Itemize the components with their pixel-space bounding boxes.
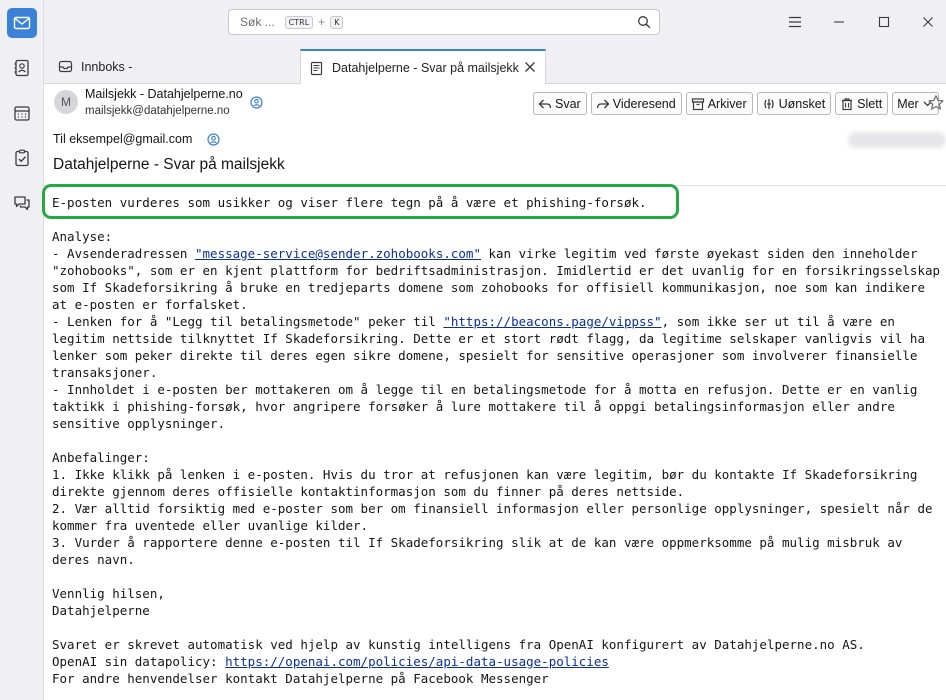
recommendation-3: 3. Vurder å rapportere denne e-posten ti… — [52, 535, 910, 567]
footer-line-1: Svaret er skrevet automatisk ved hjelp a… — [52, 637, 865, 652]
close-tab-icon[interactable] — [523, 60, 537, 74]
maximize-icon — [878, 16, 890, 28]
sender-address-link[interactable]: "message-service@sender.zohobooks.com" — [195, 246, 481, 261]
analysis-text: - Lenken for å "Legg til betalingsmetode… — [52, 314, 444, 329]
footer-line-2: OpenAI sin datapolicy: https://openai.co… — [52, 654, 609, 669]
tasks-icon — [15, 149, 29, 167]
calendar-icon — [14, 106, 30, 121]
app-menu-button[interactable] — [785, 12, 805, 32]
reply-label: Svar — [555, 96, 581, 111]
recommendation-2: 2. Vær alltid forsiktig med e-poster som… — [52, 501, 941, 533]
suspicious-link[interactable]: "https://beacons.page/vippss" — [443, 314, 661, 329]
analysis-item-3: - Innholdet i e-posten ber mottakeren om… — [52, 382, 925, 431]
tab-bar: Innboks - Datahjelperne - Svar på mailsj… — [44, 44, 946, 85]
archive-icon — [691, 97, 704, 110]
footer-text: OpenAI sin datapolicy: — [52, 654, 226, 669]
recommendation-1: 1. Ikke klikk på lenken i e-posten. Hvis… — [52, 467, 925, 499]
date-redacted — [848, 132, 946, 148]
recommendations-heading: Anbefalinger: — [52, 450, 150, 465]
hamburger-icon — [789, 16, 801, 28]
junk-button[interactable]: Uønsket — [756, 92, 832, 115]
tasks-space-button[interactable] — [7, 143, 37, 173]
star-icon[interactable] — [927, 94, 945, 112]
analysis-heading: Analyse: — [52, 229, 113, 244]
policy-link[interactable]: https://openai.com/policies/api-data-usa… — [225, 654, 609, 669]
contact-icon[interactable] — [250, 96, 263, 109]
to-email[interactable]: eksempel@gmail.com — [69, 132, 192, 146]
search-placeholder: Søk ... — [240, 15, 275, 29]
message-body: E-posten vurderes som usikker og viser f… — [52, 194, 942, 687]
chat-icon — [14, 196, 30, 211]
mail-icon — [13, 16, 31, 30]
signature: Datahjelperne — [52, 603, 150, 618]
trash-icon — [842, 97, 853, 110]
delete-button[interactable]: Slett — [835, 92, 889, 115]
delete-label: Slett — [857, 96, 883, 111]
forward-button[interactable]: Videresend — [590, 92, 682, 115]
analysis-item-1: - Avsenderadressen "message-service@send… — [52, 246, 946, 312]
reply-button[interactable]: Svar — [533, 92, 587, 115]
from-email: mailsjekk@datahjelperne.no — [85, 105, 230, 117]
shortcut-key-ctrl: CTRL — [284, 15, 314, 29]
greeting: Vennlig hilsen, — [52, 586, 165, 601]
recipient-line: Til eksempel@gmail.com — [53, 132, 192, 146]
forward-icon — [596, 99, 610, 108]
analysis-item-2: - Lenken for å "Legg til betalingsmetode… — [52, 314, 933, 380]
tab-inbox[interactable]: Innboks - — [50, 49, 300, 84]
mail-space-button[interactable] — [7, 8, 37, 38]
message-header: M Mailsjekk - Datahjelperne.no mailsjekk… — [44, 84, 946, 186]
minimize-icon — [834, 21, 844, 23]
archive-label: Arkiver — [707, 96, 747, 111]
reply-icon — [538, 99, 552, 108]
contact-icon[interactable] — [207, 133, 220, 146]
more-label: Mer — [897, 96, 919, 111]
avatar: M — [54, 90, 78, 114]
search-input[interactable]: Søk ... CTRL + K — [228, 9, 660, 35]
close-icon — [923, 17, 933, 27]
title-bar: Søk ... CTRL + K — [44, 0, 946, 44]
analysis-text: - Avsenderadressen — [52, 246, 195, 261]
close-window-button[interactable] — [918, 12, 938, 32]
tab-label: Innboks - — [81, 59, 133, 74]
forward-label: Videresend — [612, 96, 676, 111]
to-label: Til — [53, 132, 66, 146]
junk-icon — [763, 98, 774, 109]
address-book-icon — [14, 59, 29, 77]
inbox-icon — [58, 60, 73, 73]
tab-message[interactable]: Datahjelperne - Svar på mailsjekk — [300, 49, 546, 85]
shortcut-plus: + — [318, 15, 326, 29]
minimize-button[interactable] — [829, 12, 849, 32]
summary-text: E-posten vurderes som usikker og viser f… — [52, 195, 647, 210]
junk-label: Uønsket — [778, 96, 826, 111]
calendar-space-button[interactable] — [7, 98, 37, 128]
address-book-space-button[interactable] — [7, 53, 37, 83]
tab-label: Datahjelperne - Svar på mailsjekk — [332, 61, 519, 75]
archive-button[interactable]: Arkiver — [685, 92, 753, 115]
message-subject: Datahjelperne - Svar på mailsjekk — [53, 156, 285, 173]
search-icon[interactable] — [637, 15, 651, 29]
footer-line-3: For andre henvendelser kontakt Datahjelp… — [52, 671, 549, 686]
message-toolbar: Svar Videresend Arkiver Uønsket Slett Me… — [533, 92, 939, 115]
maximize-button[interactable] — [874, 12, 894, 32]
from-name[interactable]: Mailsjekk - Datahjelperne.no — [85, 87, 243, 101]
message-icon — [310, 61, 323, 75]
chat-space-button[interactable] — [7, 188, 37, 218]
shortcut-key-k: K — [330, 15, 344, 29]
spaces-toolbar — [0, 0, 44, 700]
